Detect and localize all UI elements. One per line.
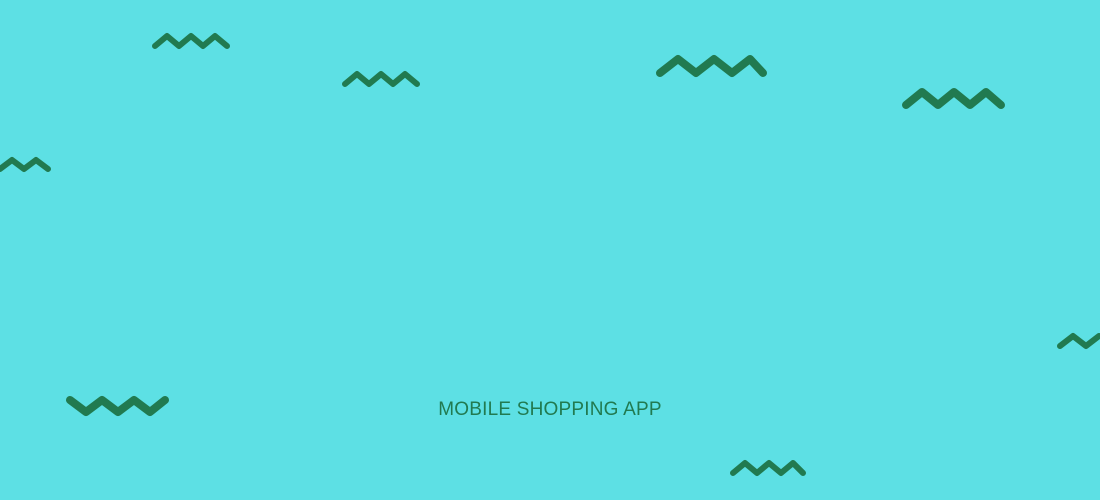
page-title: MOBILE SHOPPING APP — [438, 399, 662, 420]
zigzag-icon — [902, 88, 1005, 109]
zigzag-icon — [656, 55, 767, 77]
zigzag-icon — [730, 460, 806, 476]
zigzag-icon — [342, 71, 420, 87]
splash-canvas: MOBILE SHOPPING APP — [0, 0, 1100, 500]
decoration-layer — [0, 33, 1100, 476]
zigzag-icon — [152, 33, 230, 49]
zigzag-icon — [1057, 333, 1100, 349]
zigzag-icon — [0, 157, 51, 172]
